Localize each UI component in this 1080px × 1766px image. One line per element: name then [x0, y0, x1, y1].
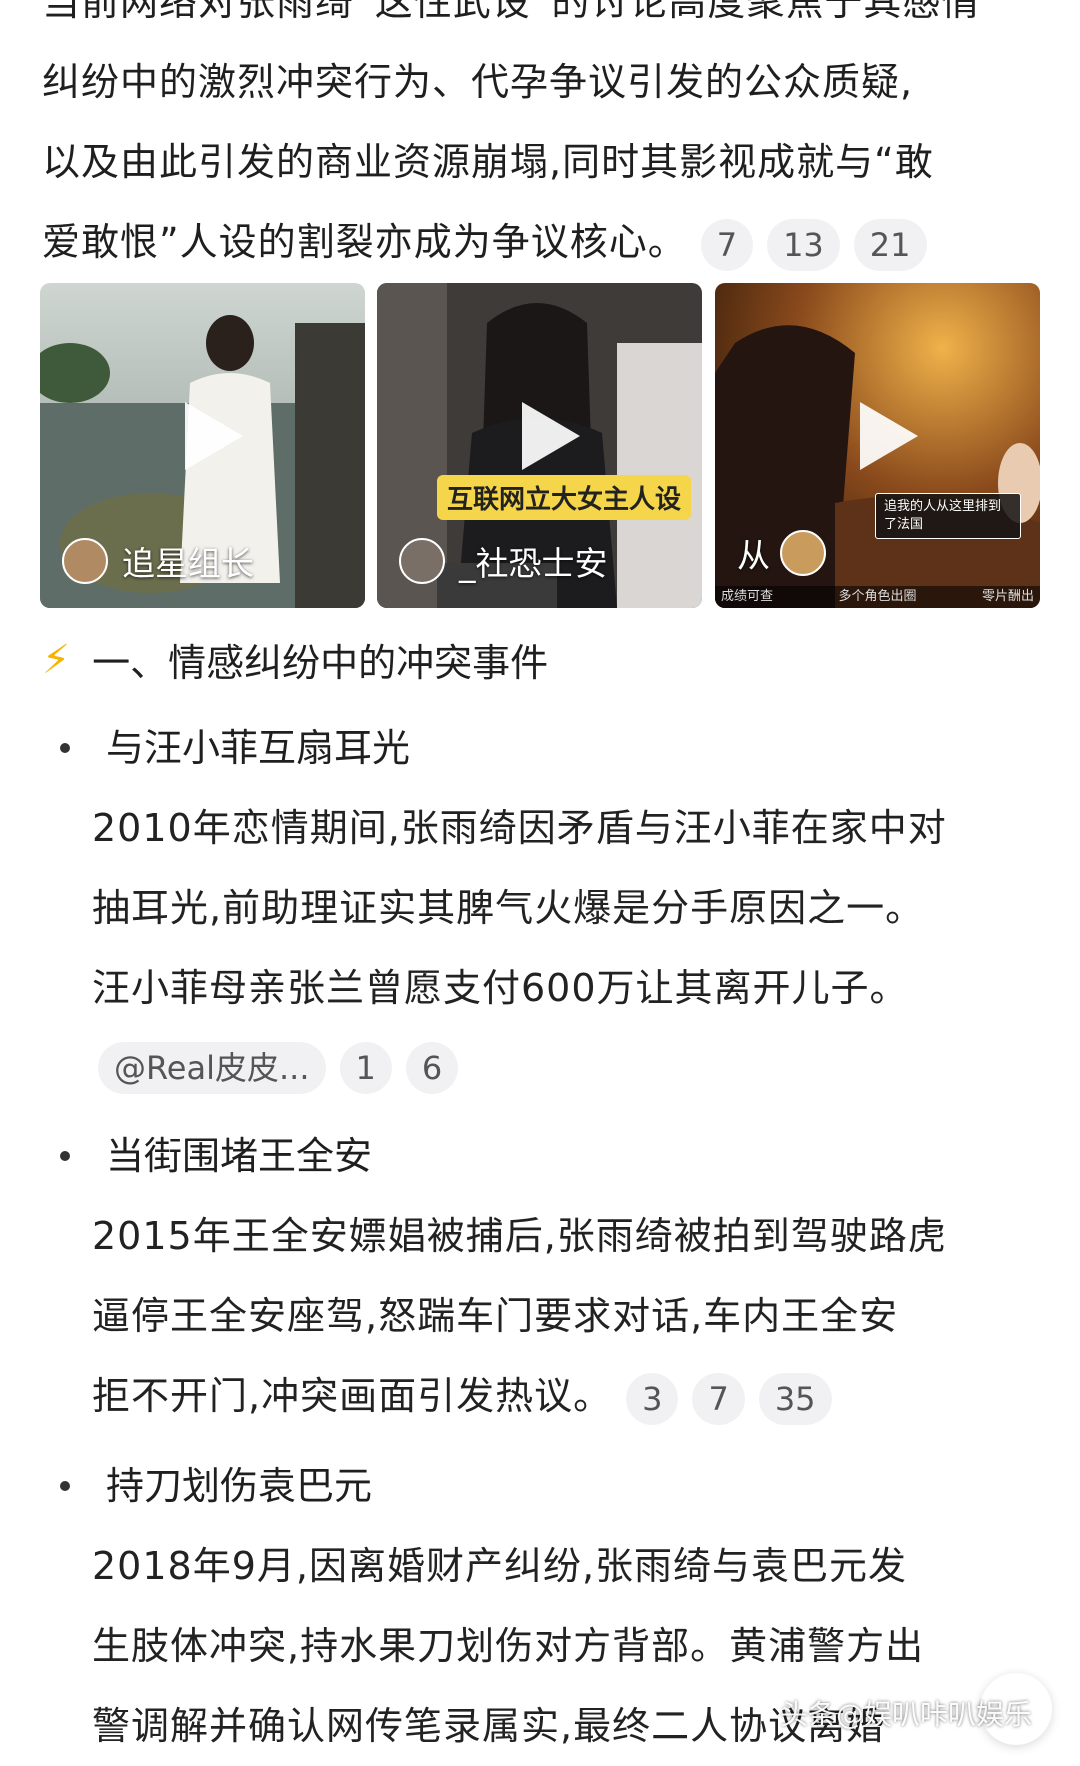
- reference-chip[interactable]: 7: [700, 218, 754, 271]
- list-item: 与汪小菲互扇耳光 2010年恋情期间,张雨绮因矛盾与汪小菲在家中对 抽耳光,前助…: [42, 708, 1042, 1108]
- video-overlay-note: 追我的人从这里排到了法国: [875, 493, 1021, 539]
- reference-chip[interactable]: 3: [626, 1372, 679, 1425]
- reference-chip[interactable]: 13: [767, 218, 840, 271]
- reference-chip[interactable]: 6: [405, 1042, 459, 1094]
- list-item: 当街围堵王全安 2015年王全安嫖娼被捕后,张雨绮被拍到驾驶路虎 逼停王全安座驾…: [42, 1116, 1042, 1436]
- reference-chip[interactable]: 1: [339, 1042, 392, 1094]
- video-author[interactable]: _社恐士安: [399, 536, 608, 586]
- video-card[interactable]: 追星组长: [40, 283, 365, 608]
- author-name: 追星组长: [122, 544, 254, 583]
- body-line: 2015年王全安嫖娼被捕后,张雨绮被拍到驾驶路虎: [92, 1214, 947, 1258]
- body-line: 逼停王全安座驾,怒踹车门要求对话,车内王全安: [92, 1294, 899, 1338]
- intro-line: 以及由此引发的商业资源崩塌,同时其影视成就与“敢: [42, 140, 934, 184]
- list-item-heading: 当街围堵王全安: [42, 1116, 1042, 1196]
- reference-chip[interactable]: 21: [853, 218, 927, 271]
- lightning-icon: ⚡: [42, 636, 71, 683]
- section-title-text: 一、情感纠纷中的冲突事件: [92, 641, 549, 685]
- body-line: 拒不开门,冲突画面引发热议。 3 7 35: [92, 1356, 1042, 1436]
- body-line: 汪小菲母亲张兰曾愿支付600万让其离开儿子。: [92, 966, 909, 1010]
- source-chips: @Real皮皮... 1 6: [98, 1028, 1042, 1108]
- play-icon[interactable]: [521, 401, 580, 470]
- author-name: 从: [737, 536, 770, 575]
- intro-line: 当前网络对张雨绮“这性武设”的讨论高度聚焦于其感情: [42, 0, 981, 24]
- watermark: 头条@娱叭咔叭娱乐: [779, 1698, 1032, 1731]
- play-icon[interactable]: [859, 401, 918, 470]
- intro-line: 纠纷中的激烈冲突行为、代孕争议引发的公众质疑,: [42, 60, 914, 104]
- bullet-icon: [60, 1151, 70, 1161]
- list-item-heading: 与汪小菲互扇耳光: [42, 708, 1042, 788]
- video-carousel: 追星组长 互联网立大女主人设 _社恐士安 追我的人从这里排到了法国 从 成绩可查…: [40, 283, 1040, 608]
- section-heading: ⚡ 一、情感纠纷中的冲突事件: [42, 632, 548, 687]
- list-item-body: 2010年恋情期间,张雨绮因矛盾与汪小菲在家中对 抽耳光,前助理证实其脾气火爆是…: [92, 788, 1042, 1028]
- list-item-title: 当街围堵王全安: [106, 1134, 373, 1178]
- list-item-body: 2015年王全安嫖娼被捕后,张雨绮被拍到驾驶路虎 逼停王全安座驾,怒踹车门要求对…: [92, 1196, 1042, 1436]
- video-author[interactable]: 从: [737, 528, 840, 578]
- body-line: 抽耳光,前助理证实其脾气火爆是分手原因之一。: [92, 886, 925, 930]
- caption-text: 多个角色出圈: [838, 589, 917, 604]
- author-name: _社恐士安: [459, 544, 608, 583]
- bullet-icon: [60, 743, 70, 753]
- video-overlay-caption: 互联网立大女主人设: [437, 475, 692, 520]
- avatar: [780, 530, 826, 576]
- source-chip[interactable]: @Real皮皮...: [98, 1042, 326, 1094]
- body-line: 2018年9月,因离婚财产纠纷,张雨绮与袁巴元发: [92, 1544, 908, 1588]
- list-item-title: 与汪小菲互扇耳光: [106, 726, 411, 770]
- article-page: 当前网络对张雨绮“这性武设”的讨论高度聚焦于其感情 纠纷中的激烈冲突行为、代孕争…: [0, 0, 1080, 1748]
- caption-text: 零片酬出: [981, 589, 1034, 604]
- body-line: 2010年恋情期间,张雨绮因矛盾与汪小菲在家中对: [92, 806, 947, 850]
- play-icon[interactable]: [184, 401, 243, 470]
- reference-chip[interactable]: 7: [692, 1372, 745, 1425]
- list-item-heading: 持刀划伤袁巴元: [42, 1446, 1042, 1526]
- video-caption-band: 成绩可查 多个角色出圈 零片酬出: [715, 586, 1040, 608]
- video-author[interactable]: 追星组长: [62, 536, 254, 586]
- avatar: [62, 538, 108, 584]
- body-line: 生肢体冲突,持水果刀划伤对方背部。黄浦警方出: [92, 1624, 925, 1668]
- intro-line: 爱敢恨”人设的割裂亦成为争议核心。 7 13 21: [42, 202, 1042, 282]
- reference-chip[interactable]: 35: [758, 1372, 832, 1425]
- video-card[interactable]: 互联网立大女主人设 _社恐士安: [377, 283, 702, 608]
- avatar: [399, 538, 445, 584]
- bullet-icon: [60, 1481, 70, 1491]
- caption-text: 成绩可查: [721, 589, 774, 604]
- video-card[interactable]: 追我的人从这里排到了法国 从 成绩可查 多个角色出圈 零片酬出: [715, 283, 1040, 608]
- intro-paragraph: 当前网络对张雨绮“这性武设”的讨论高度聚焦于其感情 纠纷中的激烈冲突行为、代孕争…: [42, 0, 1042, 282]
- list-item-title: 持刀划伤袁巴元: [106, 1464, 373, 1508]
